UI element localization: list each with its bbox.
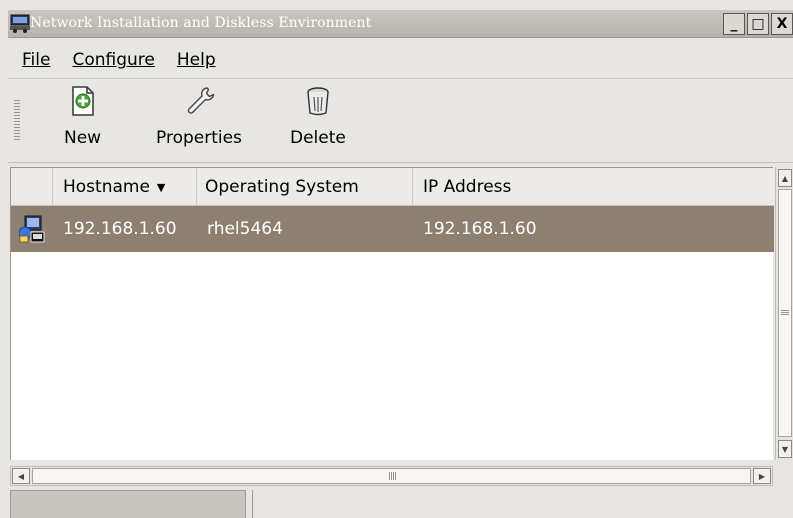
maximize-button[interactable]: □: [747, 13, 769, 35]
cell-operating-system: rhel5464: [207, 219, 283, 239]
network-computer-icon: [11, 206, 53, 252]
vertical-scroll-thumb[interactable]: [778, 189, 792, 437]
horizontal-thumb-grip: [389, 472, 396, 480]
menu-bar: File Configure Help: [8, 45, 793, 75]
vertical-thumb-grip: [781, 310, 789, 316]
toolbar: New Properties Delete: [8, 80, 793, 162]
window-title: Network Installation and Diskless Enviro…: [30, 15, 372, 31]
add-document-icon: [66, 84, 100, 118]
column-header-icon[interactable]: [11, 168, 53, 206]
window-controls: _ □ X: [723, 13, 793, 35]
table-row[interactable]: 192.168.1.60 rhel5464 192.168.1.60: [11, 206, 774, 252]
menu-configure-label: Configure: [72, 50, 155, 70]
column-header-row: Hostname ▼ Operating System IP Address: [11, 168, 774, 206]
status-bar: [8, 490, 793, 518]
trash-can-icon: [301, 84, 335, 118]
close-button[interactable]: X: [771, 13, 793, 35]
toolbar-grip[interactable]: [14, 100, 20, 140]
minimize-button[interactable]: _: [723, 13, 745, 35]
delete-button[interactable]: Delete: [290, 84, 346, 148]
menu-file-label: File: [22, 50, 51, 70]
arrow-left-icon: ◀: [17, 471, 25, 481]
new-button[interactable]: New: [64, 84, 101, 148]
column-header-ip-address[interactable]: IP Address: [413, 168, 774, 206]
arrow-right-icon: ▶: [758, 471, 766, 481]
scroll-down-button[interactable]: ▼: [778, 440, 792, 458]
host-list[interactable]: Hostname ▼ Operating System IP Address 1…: [10, 167, 774, 460]
menu-file[interactable]: File: [8, 50, 58, 70]
sort-descending-icon: ▼: [156, 180, 166, 194]
menu-help-label: Help: [176, 50, 216, 70]
column-header-hostname[interactable]: Hostname ▼: [53, 168, 197, 206]
menu-help[interactable]: Help: [163, 50, 224, 70]
horizontal-scrollbar[interactable]: ◀ ▶: [10, 466, 773, 486]
scroll-right-button[interactable]: ▶: [753, 468, 771, 484]
column-header-ip-label: IP Address: [423, 177, 512, 197]
new-button-label: New: [64, 128, 102, 148]
column-header-operating-system[interactable]: Operating System: [197, 168, 413, 206]
arrow-down-icon: ▼: [781, 444, 789, 454]
column-header-hostname-label: Hostname: [63, 177, 150, 197]
arrow-up-icon: ▲: [781, 173, 789, 183]
properties-button-label: Properties: [156, 128, 242, 148]
vertical-scrollbar[interactable]: ▲ ▼: [775, 167, 793, 460]
cell-hostname: 192.168.1.60: [63, 219, 177, 239]
wrench-icon: [182, 84, 216, 118]
toolbar-separator: [8, 162, 793, 163]
menu-configure[interactable]: Configure: [58, 50, 162, 70]
cell-ip-address: 192.168.1.60: [423, 219, 537, 239]
status-message-panel: [252, 490, 793, 518]
title-bar[interactable]: Network Installation and Diskless Enviro…: [8, 10, 793, 38]
properties-button[interactable]: Properties: [156, 84, 242, 148]
nide-window: Network Installation and Diskless Enviro…: [0, 0, 793, 518]
menu-separator: [8, 78, 793, 79]
network-computers-icon: [10, 14, 32, 34]
scroll-up-button[interactable]: ▲: [778, 169, 792, 187]
scroll-left-button[interactable]: ◀: [12, 468, 30, 484]
column-header-os-label: Operating System: [205, 177, 359, 197]
horizontal-scroll-thumb[interactable]: [32, 468, 751, 484]
delete-button-label: Delete: [290, 128, 346, 148]
status-progress-panel: [10, 490, 246, 518]
